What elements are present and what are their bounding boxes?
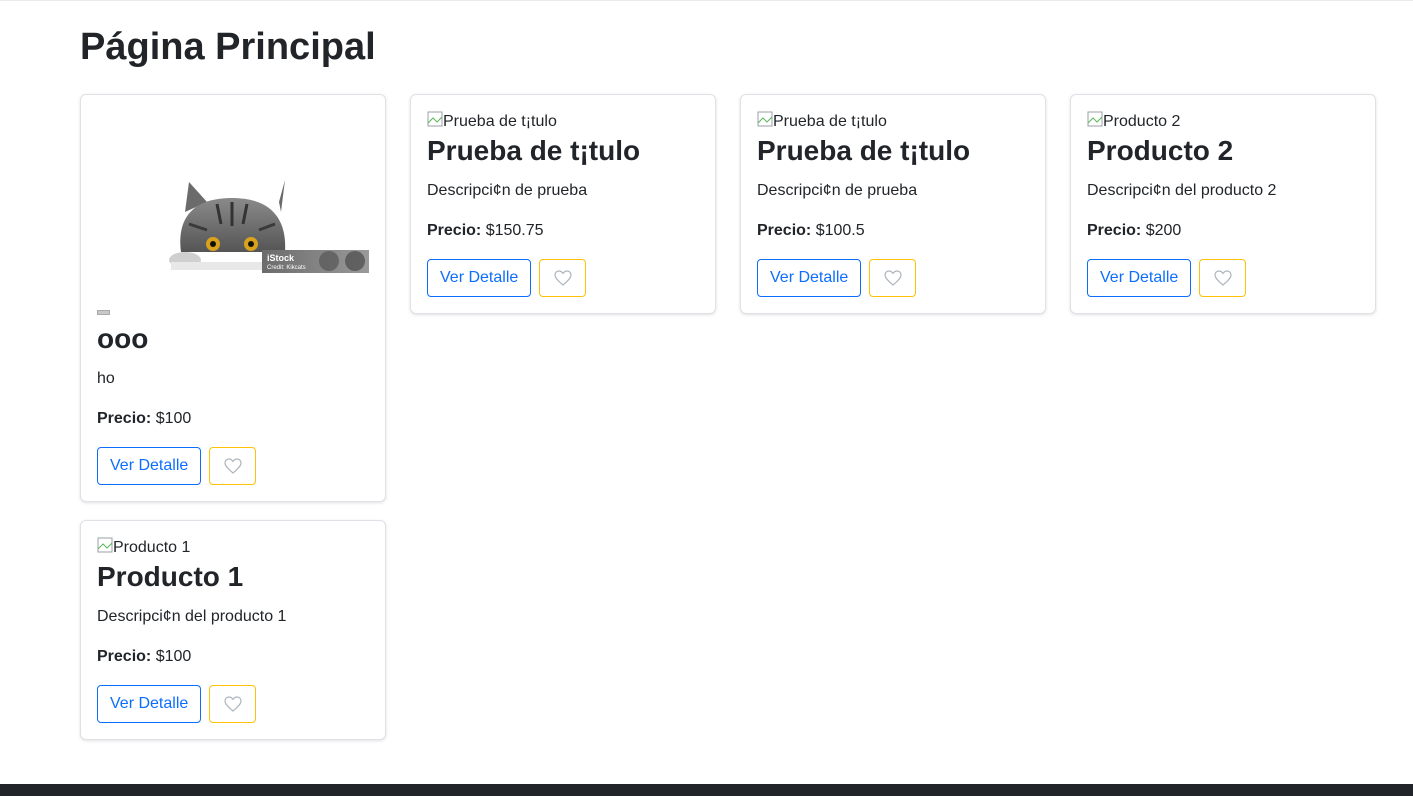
product-title: Prueba de t¡tulo	[427, 135, 641, 166]
view-detail-button[interactable]: Ver Detalle	[97, 685, 202, 723]
product-price: Precio: $200	[1087, 220, 1359, 242]
heart-outline-icon	[1214, 270, 1232, 286]
product-price: Precio: $100.5	[757, 220, 1029, 242]
page-title: Página Principal	[80, 26, 376, 68]
product-image: iStock Credit: Kikcats	[97, 112, 369, 302]
favorite-button[interactable]	[209, 685, 257, 723]
price-value: $200	[1145, 222, 1182, 239]
price-value: $100	[155, 410, 192, 427]
image-credit: Credit: Kikcats	[267, 265, 306, 271]
price-label: Precio:	[97, 648, 152, 665]
image-watermark: iStock	[267, 253, 295, 263]
product-image: Prueba de t¡tulo	[757, 111, 1029, 132]
broken-image-icon	[97, 537, 113, 553]
product-card: iStock Credit: Kikcats ooo ho Precio: $1…	[80, 94, 386, 502]
favorite-button[interactable]	[1199, 259, 1247, 297]
view-detail-button[interactable]: Ver Detalle	[97, 447, 202, 485]
price-label: Precio:	[1087, 222, 1142, 239]
cat-image: iStock Credit: Kikcats	[169, 180, 369, 273]
price-label: Precio:	[427, 222, 482, 239]
top-border	[0, 0, 1413, 1]
heart-outline-icon	[554, 270, 572, 286]
product-description: Descripci¢n de prueba	[757, 182, 918, 199]
favorite-button[interactable]	[869, 259, 917, 297]
product-image: Producto 2	[1087, 111, 1359, 132]
heart-outline-icon	[224, 696, 242, 712]
product-description: ho	[97, 370, 115, 387]
product-title: Producto 1	[97, 561, 244, 592]
card-actions: Ver Detalle	[427, 259, 699, 297]
price-value: $150.75	[485, 222, 544, 239]
view-detail-button[interactable]: Ver Detalle	[427, 259, 532, 297]
product-title: Prueba de t¡tulo	[757, 135, 971, 166]
image-alt-text: Prueba de t¡tulo	[443, 113, 557, 130]
product-card: Prueba de t¡tulo Prueba de t¡tulo Descri…	[410, 94, 716, 314]
product-title: ooo	[97, 323, 149, 354]
image-alt-text: Prueba de t¡tulo	[773, 113, 887, 130]
product-price: Precio: $100	[97, 646, 369, 668]
product-price: Precio: $150.75	[427, 220, 699, 242]
image-alt-text: Producto 1	[113, 539, 191, 556]
product-title: Producto 2	[1087, 135, 1234, 166]
broken-image-icon	[757, 111, 773, 127]
price-label: Precio:	[97, 410, 152, 427]
card-actions: Ver Detalle	[1087, 259, 1359, 297]
favorite-button[interactable]	[539, 259, 587, 297]
price-value: $100.5	[815, 222, 865, 239]
broken-image-icon	[427, 111, 443, 127]
price-value: $100	[155, 648, 192, 665]
footer	[0, 784, 1413, 796]
image-alt-text: Producto 2	[1103, 113, 1181, 130]
product-description: Descripci¢n del producto 2	[1087, 182, 1277, 199]
view-detail-button[interactable]: Ver Detalle	[1087, 259, 1192, 297]
card-actions: Ver Detalle	[97, 447, 369, 485]
card-actions: Ver Detalle	[97, 685, 369, 723]
product-description: Descripci¢n de prueba	[427, 182, 588, 199]
card-actions: Ver Detalle	[757, 259, 1029, 297]
product-card: Producto 1 Producto 1 Descripci¢n del pr…	[80, 520, 386, 740]
price-label: Precio:	[757, 222, 812, 239]
product-card: Producto 2 Producto 2 Descripci¢n del pr…	[1070, 94, 1376, 314]
product-description: Descripci¢n del producto 1	[97, 608, 287, 625]
product-card: Prueba de t¡tulo Prueba de t¡tulo Descri…	[740, 94, 1046, 314]
product-price: Precio: $100	[97, 408, 369, 430]
favorite-button[interactable]	[209, 447, 257, 485]
broken-image-icon	[1087, 111, 1103, 127]
product-image: Prueba de t¡tulo	[427, 111, 699, 132]
small-broken-image	[97, 310, 110, 315]
product-image: Producto 1	[97, 537, 369, 558]
heart-outline-icon	[224, 458, 242, 474]
heart-outline-icon	[884, 270, 902, 286]
view-detail-button[interactable]: Ver Detalle	[757, 259, 862, 297]
